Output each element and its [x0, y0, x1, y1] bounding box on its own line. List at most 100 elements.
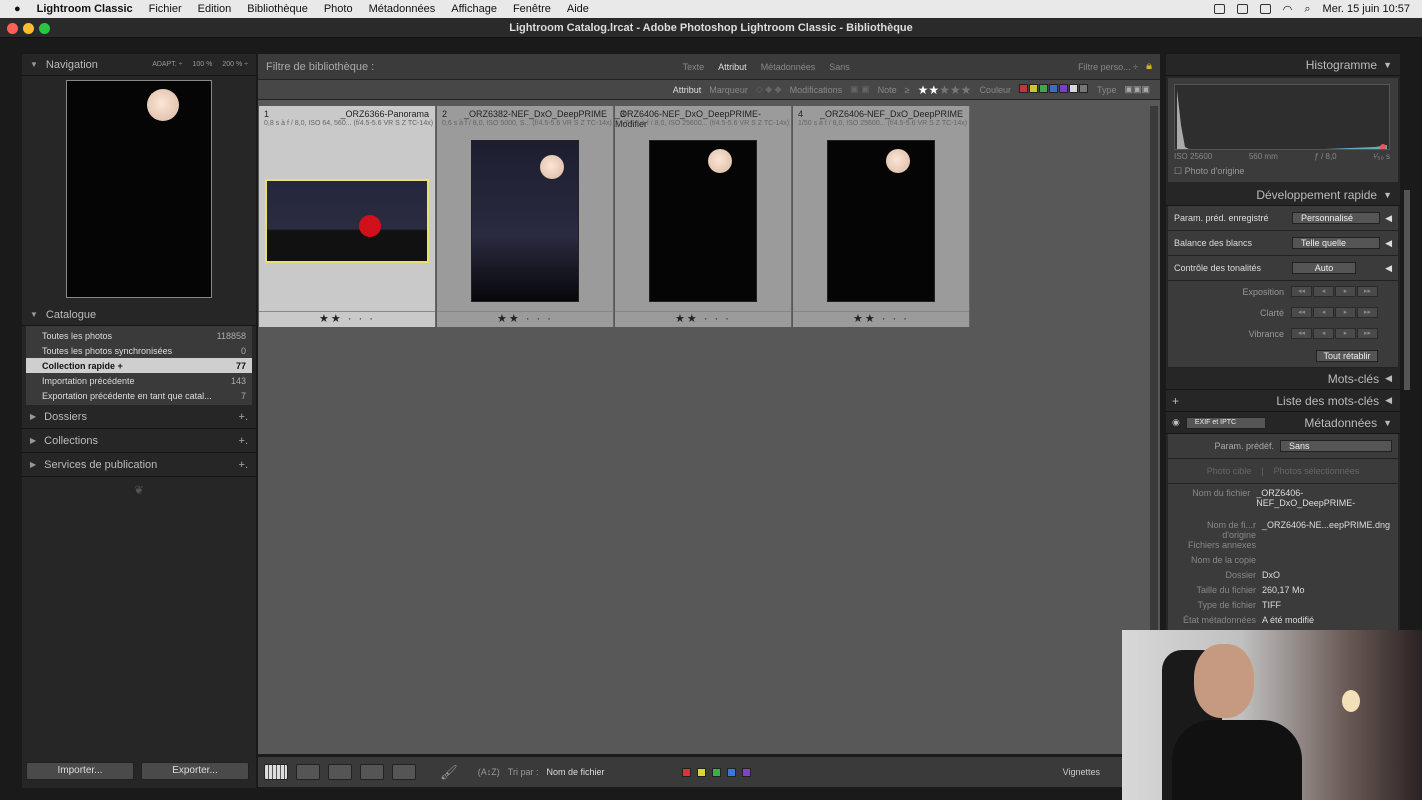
- catalog-item[interactable]: Toutes les photos 118858: [26, 328, 252, 343]
- section-services-de-publication[interactable]: ▶ Services de publication +.: [22, 453, 256, 477]
- row-dropdown[interactable]: Personnalisé: [1292, 212, 1380, 224]
- photo-thumbnail[interactable]: [265, 179, 429, 263]
- adjust-step-button[interactable]: ▸▸: [1357, 286, 1378, 297]
- menu-bibliotheque[interactable]: Bibliothèque: [247, 3, 308, 15]
- color-filter-swatch[interactable]: [1058, 84, 1068, 93]
- flag-filter-icons[interactable]: ◇ ◆ ◆: [756, 84, 782, 95]
- metadata-header[interactable]: ◉ EXIF et IPTC Métadonnées ▼: [1166, 412, 1400, 434]
- catalog-item[interactable]: Toutes les photos synchronisées 0: [26, 343, 252, 358]
- filter-tab-attribut[interactable]: Attribut: [718, 62, 747, 72]
- rating-filter[interactable]: ★★★★★: [918, 83, 972, 97]
- add-keyword-icon[interactable]: +: [1166, 394, 1179, 408]
- grid-cell[interactable]: 1 _ORZ6366-Panorama 0,8 s à f / 8,0, ISO 6…: [259, 106, 436, 327]
- keywords-header[interactable]: Mots-clés ◀: [1166, 368, 1400, 390]
- section-collections[interactable]: ▶ Collections +.: [22, 429, 256, 453]
- filter-tab-sans[interactable]: Sans: [829, 62, 850, 72]
- rating-star[interactable]: ★: [950, 83, 961, 97]
- adjust-step-button[interactable]: ▸: [1335, 307, 1356, 318]
- target-photo-tab[interactable]: Photo cible: [1207, 466, 1252, 476]
- search-icon[interactable]: ⌕: [1304, 3, 1310, 16]
- catalog-item[interactable]: Importation précédente 143: [26, 373, 252, 388]
- type-filter-icons[interactable]: ▣▣▣: [1124, 84, 1150, 95]
- metadata-set-dropdown[interactable]: EXIF et IPTC: [1185, 416, 1266, 429]
- survey-view-button[interactable]: [360, 764, 384, 780]
- battery-icon[interactable]: [1259, 4, 1271, 14]
- cell-rating[interactable]: ★★ · · ·: [259, 312, 435, 325]
- menu-fichier[interactable]: Fichier: [149, 3, 182, 15]
- compare-view-button[interactable]: [328, 764, 352, 780]
- cell-rating[interactable]: ★★ · · ·: [615, 312, 791, 325]
- cell-rating[interactable]: ★★ · · ·: [793, 312, 969, 325]
- keyword-list-header[interactable]: + Liste des mots-clés ◀: [1166, 390, 1400, 412]
- adjust-step-button[interactable]: ▸▸: [1357, 307, 1378, 318]
- expand-triangle-icon[interactable]: ◀: [1385, 213, 1392, 224]
- apple-icon[interactable]: ●: [14, 3, 21, 15]
- add-icon[interactable]: +.: [239, 411, 248, 423]
- original-photo-checkbox[interactable]: ☐ Photo d'origine: [1174, 166, 1244, 177]
- painter-icon[interactable]: 🖌︎: [440, 764, 458, 781]
- menu-photo[interactable]: Photo: [324, 3, 353, 15]
- lock-icon[interactable]: 🔒︎: [1146, 60, 1152, 73]
- metadata-value[interactable]: _ORZ6406-NEF_DxO_DeepPRIME-: [1256, 488, 1392, 508]
- export-button[interactable]: Exporter...: [141, 762, 249, 780]
- edit-filter-icons[interactable]: ▣ ▣: [850, 84, 870, 95]
- add-icon[interactable]: +.: [239, 459, 248, 471]
- adjust-step-button[interactable]: ◂: [1313, 286, 1334, 297]
- zoom-100[interactable]: 100 %: [193, 61, 213, 68]
- catalog-item[interactable]: Exportation précédente en tant que catal…: [26, 388, 252, 403]
- sort-direction-icon[interactable]: (A↕Z): [478, 767, 500, 777]
- color-label-button[interactable]: [682, 767, 692, 777]
- photo-thumbnail[interactable]: [471, 140, 579, 302]
- adjust-step-button[interactable]: ◂: [1313, 328, 1334, 339]
- color-label-button[interactable]: [712, 767, 722, 777]
- rating-star[interactable]: ★: [928, 83, 939, 97]
- grid-cell[interactable]: 3 _ORZ6406-NEF_DxO_DeepPRIME-Modifier 1/50…: [615, 106, 792, 327]
- catalog-item[interactable]: Collection rapide + 77: [26, 358, 252, 373]
- photo-thumbnail[interactable]: [649, 140, 757, 302]
- adjust-step-button[interactable]: ◂◂: [1291, 328, 1312, 339]
- photo-thumbnail[interactable]: [827, 140, 935, 302]
- filter-preset-dropdown[interactable]: Filtre perso... ÷: [1078, 62, 1138, 72]
- auto-tone-button[interactable]: Auto: [1292, 262, 1356, 274]
- navigator-preview[interactable]: [66, 80, 212, 298]
- color-filter-swatch[interactable]: [1018, 84, 1028, 93]
- rating-star[interactable]: ★: [961, 83, 972, 97]
- import-button[interactable]: Importer...: [26, 762, 134, 780]
- eye-icon[interactable]: ◉: [1166, 417, 1180, 428]
- zoom-200[interactable]: 200 % ÷: [222, 61, 248, 68]
- status-icon[interactable]: [1213, 4, 1225, 14]
- loupe-view-button[interactable]: [296, 764, 320, 780]
- navigator-header[interactable]: ▼ Navigation ADAPT. ÷ 100 % 200 % ÷: [22, 54, 256, 76]
- menu-edition[interactable]: Edition: [198, 3, 232, 15]
- section-dossiers[interactable]: ▶ Dossiers +.: [22, 405, 256, 429]
- menu-aide[interactable]: Aide: [567, 3, 589, 15]
- close-window-button[interactable]: [7, 23, 18, 34]
- adjust-step-button[interactable]: ▸: [1335, 328, 1356, 339]
- color-filter-swatch[interactable]: [1078, 84, 1088, 93]
- rating-star[interactable]: ★: [939, 83, 950, 97]
- cell-rating[interactable]: ★★ · · ·: [437, 312, 613, 325]
- expand-triangle-icon[interactable]: ◀: [1385, 238, 1392, 249]
- selected-photos-tab[interactable]: Photos sélectionnées: [1274, 466, 1360, 476]
- quick-develop-header[interactable]: Développement rapide ▼: [1166, 184, 1400, 206]
- add-icon[interactable]: +.: [239, 435, 248, 447]
- adjust-step-button[interactable]: ◂◂: [1291, 307, 1312, 318]
- adjust-step-button[interactable]: ◂◂: [1291, 286, 1312, 297]
- clock[interactable]: Mer. 15 juin 10:57: [1323, 3, 1410, 15]
- adjust-step-button[interactable]: ◂: [1313, 307, 1334, 318]
- menu-app[interactable]: Lightroom Classic: [37, 3, 133, 15]
- right-panel-scrollbar[interactable]: [1404, 190, 1410, 390]
- color-filter-swatch[interactable]: [1048, 84, 1058, 93]
- color-filter-swatch[interactable]: [1068, 84, 1078, 93]
- filter-tab-metadonnees[interactable]: Métadonnées: [761, 62, 816, 72]
- grid-cell[interactable]: 2 _ORZ6382-NEF_DxO_DeepPRIME 0,6 s à f / 8…: [437, 106, 614, 327]
- zoom-window-button[interactable]: [39, 23, 50, 34]
- people-view-button[interactable]: [392, 764, 416, 780]
- wifi-icon[interactable]: ◠: [1283, 3, 1293, 16]
- menu-affichage[interactable]: Affichage: [451, 3, 497, 15]
- zoom-fit[interactable]: ADAPT. ÷: [152, 61, 182, 68]
- color-label-button[interactable]: [742, 767, 752, 777]
- catalog-header[interactable]: ▼ Catalogue: [22, 304, 256, 326]
- status-icon[interactable]: [1236, 4, 1248, 14]
- histogram-header[interactable]: Histogramme ▼: [1166, 54, 1400, 76]
